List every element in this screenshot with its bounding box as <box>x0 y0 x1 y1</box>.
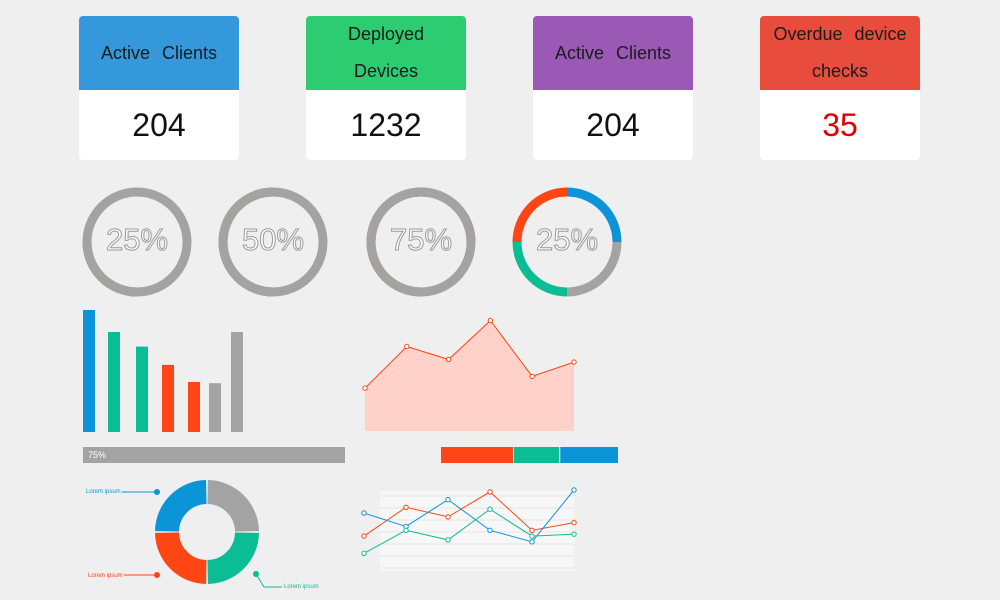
ring-label-2: 50% <box>242 222 304 257</box>
line-point <box>361 510 367 516</box>
area-point <box>404 343 410 350</box>
segment-bar-part <box>441 447 513 463</box>
area-point <box>571 359 577 365</box>
line-point <box>445 514 451 520</box>
donut-slice <box>206 531 259 584</box>
donut-slice <box>155 480 208 533</box>
progress-label: 75% <box>88 450 106 460</box>
legend-dot-blue <box>154 489 160 495</box>
ring-label-4: 25% <box>536 222 598 257</box>
ring-label-1: 25% <box>106 222 168 257</box>
line-point <box>445 537 451 543</box>
line-point <box>361 533 367 539</box>
legend-leader-green <box>255 573 282 588</box>
line-point <box>487 506 493 512</box>
legend-label-green: Lorem ipsum <box>284 584 319 590</box>
line-point <box>403 527 409 534</box>
line-point <box>529 533 535 539</box>
line-point <box>529 539 535 545</box>
line-point <box>571 531 577 537</box>
line-point <box>361 550 367 557</box>
dashboard-graphics: 25% 50% 75% 25% 75% Lorem ipsum Lorem ip… <box>82 187 622 590</box>
bar <box>83 310 95 432</box>
line-point <box>571 519 577 526</box>
line-point <box>445 496 451 503</box>
line-point <box>529 527 535 534</box>
legend-label-blue: Lorem ipsum <box>86 489 121 495</box>
bar <box>108 331 120 432</box>
progress-track <box>83 447 345 463</box>
line-point <box>487 527 493 534</box>
area-point <box>487 317 494 324</box>
segment-bar-part <box>513 447 560 463</box>
line-point <box>487 489 493 495</box>
bar <box>188 381 200 432</box>
bar <box>209 383 221 432</box>
donut-slice <box>155 531 208 584</box>
area-point <box>529 373 535 380</box>
legend-dot-green <box>253 571 259 577</box>
area-point <box>445 356 452 363</box>
bar <box>162 364 174 432</box>
donut-slice <box>206 480 259 533</box>
bar <box>136 346 148 432</box>
line-point <box>571 487 577 493</box>
line-point <box>403 504 409 510</box>
legend-label-orange: Lorem ipsum <box>88 573 123 579</box>
legend-dot-orange <box>154 572 160 578</box>
segment-bar-part <box>560 447 618 463</box>
area-point <box>362 385 368 391</box>
bar <box>231 331 243 432</box>
area-fill <box>365 320 574 431</box>
ring-label-3: 75% <box>390 222 452 257</box>
